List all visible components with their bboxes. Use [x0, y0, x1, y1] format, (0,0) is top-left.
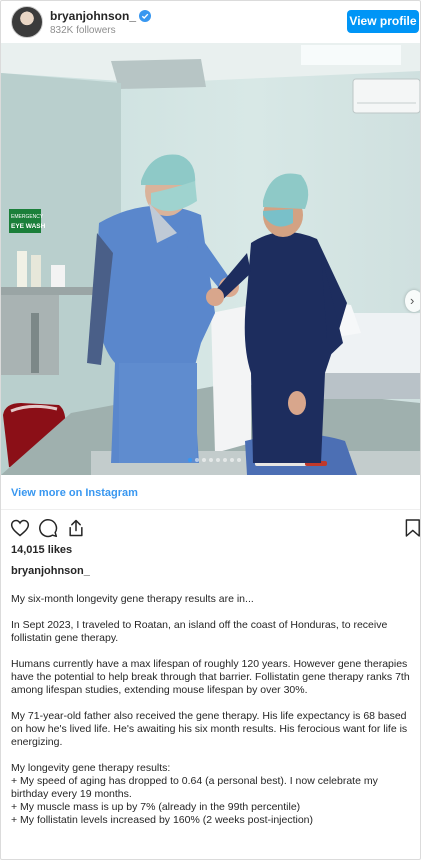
avatar[interactable]	[11, 6, 43, 38]
username-text: bryanjohnson_	[50, 9, 137, 23]
caption-author[interactable]: bryanjohnson_	[11, 565, 90, 577]
carousel-dot	[237, 458, 241, 462]
result-item: + My follistatin levels increased by 160…	[11, 814, 314, 826]
instagram-embed: bryanjohnson_ 832K followers View profil…	[0, 0, 421, 860]
view-profile-button[interactable]: View profile	[347, 10, 419, 33]
eye-wash-sign-line2: EYE WASH	[11, 223, 46, 230]
chevron-right-icon: ›	[410, 293, 415, 308]
results-heading: My longevity gene therapy results:	[11, 762, 171, 774]
result-item: + My muscle mass is up by 7% (already in…	[11, 801, 301, 813]
caption-paragraph: Humans currently have a max lifespan of …	[11, 658, 410, 696]
post-photo[interactable]: EMERGENCY EYE WASH ›	[1, 43, 420, 475]
verified-badge-icon	[139, 10, 152, 22]
carousel-dot	[230, 458, 234, 462]
like-count[interactable]: 14,015 likes	[11, 544, 72, 556]
post-header: bryanjohnson_ 832K followers View profil…	[1, 1, 420, 43]
eye-wash-sign-line1: EMERGENCY	[11, 214, 44, 220]
share-icon[interactable]	[66, 518, 86, 538]
carousel-dot	[195, 458, 199, 462]
carousel-dot	[216, 458, 220, 462]
username-link[interactable]: bryanjohnson_	[50, 9, 152, 23]
view-more-link[interactable]: View more on Instagram	[11, 487, 138, 499]
carousel-dot	[223, 458, 227, 462]
result-item: + My speed of aging has dropped to 0.64 …	[11, 775, 378, 800]
follower-count: 832K followers	[50, 25, 116, 36]
caption-paragraph: In Sept 2023, I traveled to Roatan, an i…	[11, 619, 388, 644]
carousel-next-button[interactable]: ›	[405, 290, 420, 312]
post-caption: My six-month longevity gene therapy resu…	[11, 593, 415, 827]
carousel-dot	[188, 458, 192, 462]
comment-icon[interactable]	[38, 518, 58, 538]
heart-icon[interactable]	[10, 518, 30, 538]
caption-paragraph: My six-month longevity gene therapy resu…	[11, 593, 254, 605]
carousel-dot	[209, 458, 213, 462]
caption-paragraph: My 71-year-old father also received the …	[11, 710, 408, 748]
divider	[1, 509, 420, 510]
photo-illustration: EMERGENCY EYE WASH	[1, 43, 420, 475]
bookmark-icon[interactable]	[404, 518, 420, 538]
carousel-dot	[202, 458, 206, 462]
